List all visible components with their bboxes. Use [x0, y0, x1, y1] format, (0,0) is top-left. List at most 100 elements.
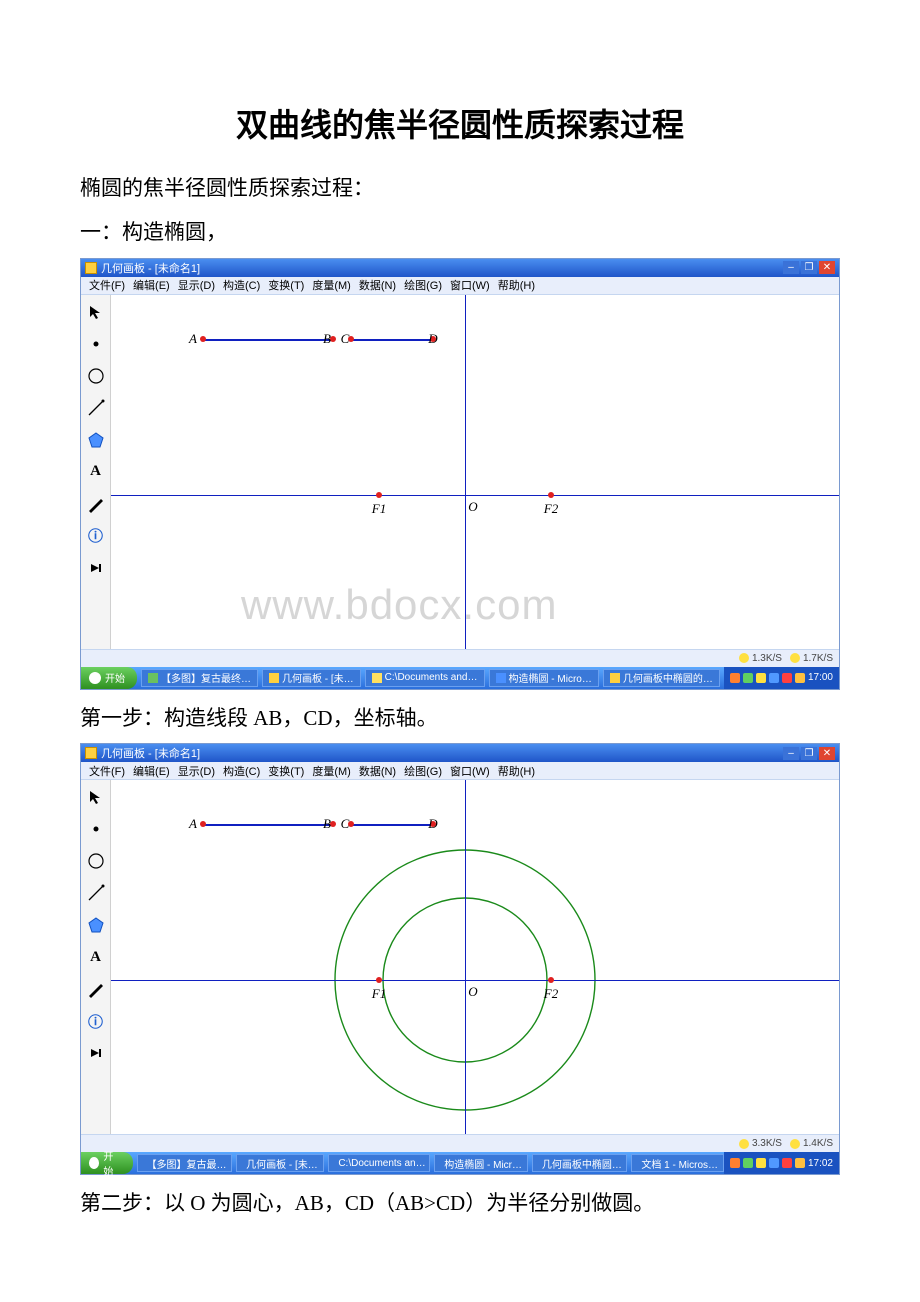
point-f1[interactable]: [376, 977, 382, 983]
task-button[interactable]: 【多图】复古最…: [137, 1154, 233, 1172]
tool-point[interactable]: [85, 333, 107, 355]
drawing-canvas[interactable]: F1 F2 O A B C D: [111, 780, 839, 1134]
tool-text[interactable]: A: [85, 946, 107, 968]
tray-icon[interactable]: [730, 1158, 740, 1168]
system-tray[interactable]: 17:02: [724, 1152, 839, 1174]
task-label: 构造椭圆 - Micro…: [509, 670, 592, 685]
tool-line[interactable]: [85, 397, 107, 419]
maximize-button[interactable]: ❐: [801, 747, 817, 760]
menu-display[interactable]: 显示(D): [176, 763, 217, 779]
tray-icon[interactable]: [756, 673, 766, 683]
tool-text[interactable]: A: [85, 461, 107, 483]
menu-graph[interactable]: 绘图(G): [402, 763, 444, 779]
menu-data[interactable]: 数据(N): [357, 277, 398, 293]
tray-icon[interactable]: [769, 1158, 779, 1168]
label-f1: F1: [372, 986, 386, 1002]
menu-file[interactable]: 文件(F): [87, 763, 127, 779]
menu-transform[interactable]: 变换(T): [266, 277, 306, 293]
point-a[interactable]: [200, 821, 206, 827]
clock: 17:02: [808, 1158, 833, 1169]
x-axis: [111, 980, 839, 981]
menu-construct[interactable]: 构造(C): [221, 277, 262, 293]
tray-icon[interactable]: [782, 673, 792, 683]
close-button[interactable]: ✕: [819, 261, 835, 274]
label-f2: F2: [544, 501, 558, 517]
menu-measure[interactable]: 度量(M): [310, 763, 353, 779]
segment-ab[interactable]: [203, 824, 333, 826]
tool-marker[interactable]: [85, 493, 107, 515]
tool-polygon[interactable]: [85, 429, 107, 451]
tool-info[interactable]: ⓘ: [85, 1010, 107, 1032]
system-tray[interactable]: 17:00: [724, 667, 839, 689]
point-f2[interactable]: [548, 492, 554, 498]
net-down-chip: 1.4K/S: [790, 1138, 833, 1149]
task-button[interactable]: C:\Documents an…: [328, 1154, 430, 1172]
task-button[interactable]: 几何画板 - [未…: [262, 669, 361, 687]
tool-custom[interactable]: [85, 557, 107, 579]
segment-ab[interactable]: [203, 339, 333, 341]
maximize-button[interactable]: ❐: [801, 261, 817, 274]
minimize-button[interactable]: –: [783, 261, 799, 274]
tool-arrow[interactable]: [85, 301, 107, 323]
start-button[interactable]: 开始: [81, 667, 137, 689]
screenshot-2: 几何画板 - [未命名1] – ❐ ✕ 文件(F) 编辑(E) 显示(D) 构造…: [80, 743, 840, 1175]
point-f1[interactable]: [376, 492, 382, 498]
drawing-canvas[interactable]: F1 F2 O A B C D www.bdocx.com: [111, 295, 839, 649]
task-button[interactable]: 构造椭圆 - Micro…: [489, 669, 599, 687]
windows-icon: [89, 672, 101, 684]
point-a[interactable]: [200, 336, 206, 342]
tray-icon[interactable]: [743, 673, 753, 683]
task-icon: [372, 673, 382, 683]
minimize-button[interactable]: –: [783, 747, 799, 760]
menu-help[interactable]: 帮助(H): [496, 277, 537, 293]
menu-file[interactable]: 文件(F): [87, 277, 127, 293]
tray-icon[interactable]: [730, 673, 740, 683]
task-button[interactable]: 【多图】复古最终…: [141, 669, 258, 687]
task-button[interactable]: 几何画板中椭圆…: [532, 1154, 628, 1172]
tray-icon[interactable]: [795, 1158, 805, 1168]
task-label: 几何画板中椭圆…: [542, 1156, 622, 1171]
menu-edit[interactable]: 编辑(E): [131, 277, 172, 293]
tray-icon[interactable]: [756, 1158, 766, 1168]
menu-measure[interactable]: 度量(M): [310, 277, 353, 293]
tool-point[interactable]: [85, 818, 107, 840]
segment-cd[interactable]: [351, 339, 433, 341]
tool-marker[interactable]: [85, 978, 107, 1000]
menu-help[interactable]: 帮助(H): [496, 763, 537, 779]
tray-icon[interactable]: [769, 673, 779, 683]
menu-window[interactable]: 窗口(W): [448, 763, 492, 779]
menu-data[interactable]: 数据(N): [357, 763, 398, 779]
task-button[interactable]: 文档 1 - Micros…: [631, 1154, 724, 1172]
task-button[interactable]: C:\Documents and…: [365, 669, 485, 687]
label-f1: F1: [372, 501, 386, 517]
tool-polygon[interactable]: [85, 914, 107, 936]
menu-graph[interactable]: 绘图(G): [402, 277, 444, 293]
tray-icon[interactable]: [743, 1158, 753, 1168]
window-title: 几何画板 - [未命名1]: [101, 260, 779, 276]
menu-display[interactable]: 显示(D): [176, 277, 217, 293]
tray-icon[interactable]: [795, 673, 805, 683]
task-button[interactable]: 构造椭圆 - Micr…: [434, 1154, 528, 1172]
task-label: 几何画板 - [未…: [246, 1156, 318, 1171]
step-1-text: 第一步：构造线段 AB，CD，坐标轴。: [80, 700, 840, 738]
tool-custom[interactable]: [85, 1042, 107, 1064]
tray-icon[interactable]: [782, 1158, 792, 1168]
menu-window[interactable]: 窗口(W): [448, 277, 492, 293]
menu-edit[interactable]: 编辑(E): [131, 763, 172, 779]
point-f2[interactable]: [548, 977, 554, 983]
tool-circle[interactable]: [85, 850, 107, 872]
tool-circle[interactable]: [85, 365, 107, 387]
close-button[interactable]: ✕: [819, 747, 835, 760]
status-bar: 3.3K/S 1.4K/S: [81, 1134, 839, 1152]
tool-info[interactable]: ⓘ: [85, 525, 107, 547]
task-icon: [148, 673, 158, 683]
task-button[interactable]: 几何画板 - [未…: [236, 1154, 324, 1172]
tool-line[interactable]: [85, 882, 107, 904]
menu-construct[interactable]: 构造(C): [221, 763, 262, 779]
task-label: C:\Documents and…: [385, 672, 478, 683]
start-button[interactable]: 开始: [81, 1152, 133, 1174]
tool-arrow[interactable]: [85, 786, 107, 808]
menu-transform[interactable]: 变换(T): [266, 763, 306, 779]
task-button[interactable]: 几何画板中椭圆的…: [603, 669, 720, 687]
segment-cd[interactable]: [351, 824, 433, 826]
